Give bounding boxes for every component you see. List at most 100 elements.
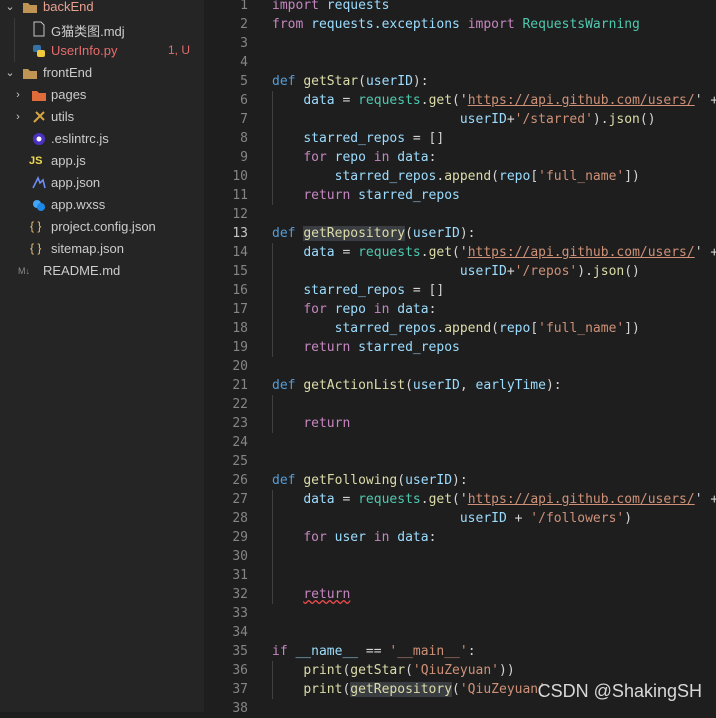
file-sitemap[interactable]: { } sitemap.json (0, 238, 204, 260)
chevron-right-icon: › (16, 89, 20, 101)
line-number: 9 (240, 150, 248, 165)
file-label: G猫类图.mdj (51, 24, 125, 39)
file-label: sitemap.json (51, 241, 124, 256)
braces-icon: { } (30, 219, 42, 233)
code-line: userID+'/repos').json() (459, 264, 640, 279)
line-number: 34 (232, 625, 248, 640)
line-number: 12 (232, 207, 248, 222)
line-number: 2 (240, 17, 248, 32)
folder-backend[interactable]: ⌄ backEnd (0, 0, 204, 18)
file-appjson[interactable]: app.json (0, 172, 204, 194)
line-number: 18 (232, 321, 248, 336)
code-line: data = requests.get('https://api.github.… (303, 492, 716, 507)
braces-icon: { } (30, 241, 42, 255)
code-line: def getFollowing(userID): (272, 473, 468, 488)
folder-label: utils (51, 109, 75, 124)
code-line: return (303, 587, 351, 602)
code-editor[interactable]: 1 2 3 4 5 6 7 8 9 10 11 12 13 14 15 16 17 18 19 20 21 22 23 24 2… (204, 0, 716, 716)
folder-frontend[interactable]: ⌄ frontEnd (0, 62, 204, 84)
code-line: print(getRepository('QiuZeyuan' (303, 682, 546, 697)
js-icon: JS (29, 155, 43, 167)
line-number: 27 (232, 492, 248, 507)
line-number: 36 (232, 663, 248, 678)
file-label: app.wxss (51, 197, 106, 212)
file-eslintrc[interactable]: .eslintrc.js (0, 128, 204, 150)
line-number: 32 (232, 587, 248, 602)
line-number: 31 (232, 568, 248, 583)
code-line: for repo in data: (303, 150, 437, 165)
line-number: 15 (232, 264, 248, 279)
chevron-down-icon: ⌄ (5, 67, 15, 79)
chevron-down-icon: ⌄ (5, 1, 15, 13)
code-line: starred_repos.append(repo['full_name']) (334, 321, 640, 336)
file-label: README.md (43, 263, 121, 278)
code-line: return starred_repos (303, 188, 460, 203)
code-line: from requests.exceptions import Requests… (272, 17, 640, 32)
chevron-right-icon: › (16, 111, 20, 123)
line-number: 26 (232, 473, 248, 488)
utils-folder-icon (31, 109, 47, 125)
line-number: 21 (232, 378, 248, 393)
line-number: 25 (232, 454, 248, 469)
file-mdj[interactable]: G猫类图.mdj (0, 18, 204, 40)
file-label: app.json (51, 175, 101, 190)
eslint-icon (31, 131, 47, 147)
line-number: 17 (232, 302, 248, 317)
code-line: def getRepository(userID): (272, 226, 476, 241)
code-line: return starred_repos (303, 340, 460, 355)
folder-label: pages (51, 87, 87, 102)
file-label: .eslintrc.js (51, 131, 109, 146)
line-number: 3 (240, 36, 248, 51)
code-line: return (303, 416, 351, 431)
code-line: data = requests.get('https://api.github.… (303, 93, 716, 108)
watermark: CSDN @ShakingSH (537, 681, 702, 701)
line-number: 6 (240, 93, 248, 108)
file-readme[interactable]: M↓ README.md (0, 260, 204, 282)
line-number: 22 (232, 397, 248, 412)
folder-utils[interactable]: › utils (0, 106, 204, 128)
explorer-sidebar: ⌄ backEnd G猫类图.mdj UserInfo.py 1, U ⌄ fr… (0, 0, 204, 712)
code-line: userID+'/starred').json() (459, 112, 656, 127)
line-number: 30 (232, 549, 248, 564)
code-line: starred_repos.append(repo['full_name']) (334, 169, 640, 184)
line-number: 28 (232, 511, 248, 526)
line-number: 14 (232, 245, 248, 260)
folder-pages[interactable]: › pages (0, 84, 204, 106)
json-icon (31, 175, 47, 191)
line-number: 38 (232, 701, 248, 716)
folder-label: backEnd (43, 0, 94, 14)
code-line: for user in data: (303, 530, 437, 545)
code-line: def getActionList(userID, earlyTime): (272, 378, 562, 393)
line-number: 10 (232, 169, 248, 184)
line-number: 8 (240, 131, 248, 146)
line-number: 1 (240, 0, 248, 13)
pages-folder-icon (31, 87, 47, 103)
file-userinfo[interactable]: UserInfo.py 1, U (0, 40, 204, 62)
file-appwxss[interactable]: app.wxss (0, 194, 204, 216)
file-appjs[interactable]: JS app.js (0, 150, 204, 172)
markdown-icon: M↓ (18, 266, 30, 276)
file-icon (31, 21, 47, 37)
line-number: 20 (232, 359, 248, 374)
line-number: 4 (240, 55, 248, 70)
file-projectconfig[interactable]: { } project.config.json (0, 216, 204, 238)
code-line: userID + '/followers') (459, 511, 633, 526)
folder-icon (22, 0, 38, 15)
folder-icon (22, 65, 38, 81)
code-line: starred_repos = [] (303, 131, 445, 146)
line-number: 23 (232, 416, 248, 431)
file-label: app.js (51, 153, 86, 168)
line-number: 37 (232, 682, 248, 697)
python-icon (31, 43, 47, 59)
line-number: 11 (232, 188, 248, 203)
code-line: import requests (272, 0, 390, 13)
line-number: 7 (240, 112, 248, 127)
line-number: 35 (232, 644, 248, 659)
line-number: 29 (232, 530, 248, 545)
file-label: UserInfo.py (51, 43, 118, 58)
code-line: def getStar(userID): (272, 74, 429, 89)
code-line: print(getStar('QiuZeyuan')) (303, 663, 515, 678)
line-number: 5 (240, 74, 248, 89)
line-number: 19 (232, 340, 248, 355)
code-line: data = requests.get('https://api.github.… (303, 245, 716, 260)
